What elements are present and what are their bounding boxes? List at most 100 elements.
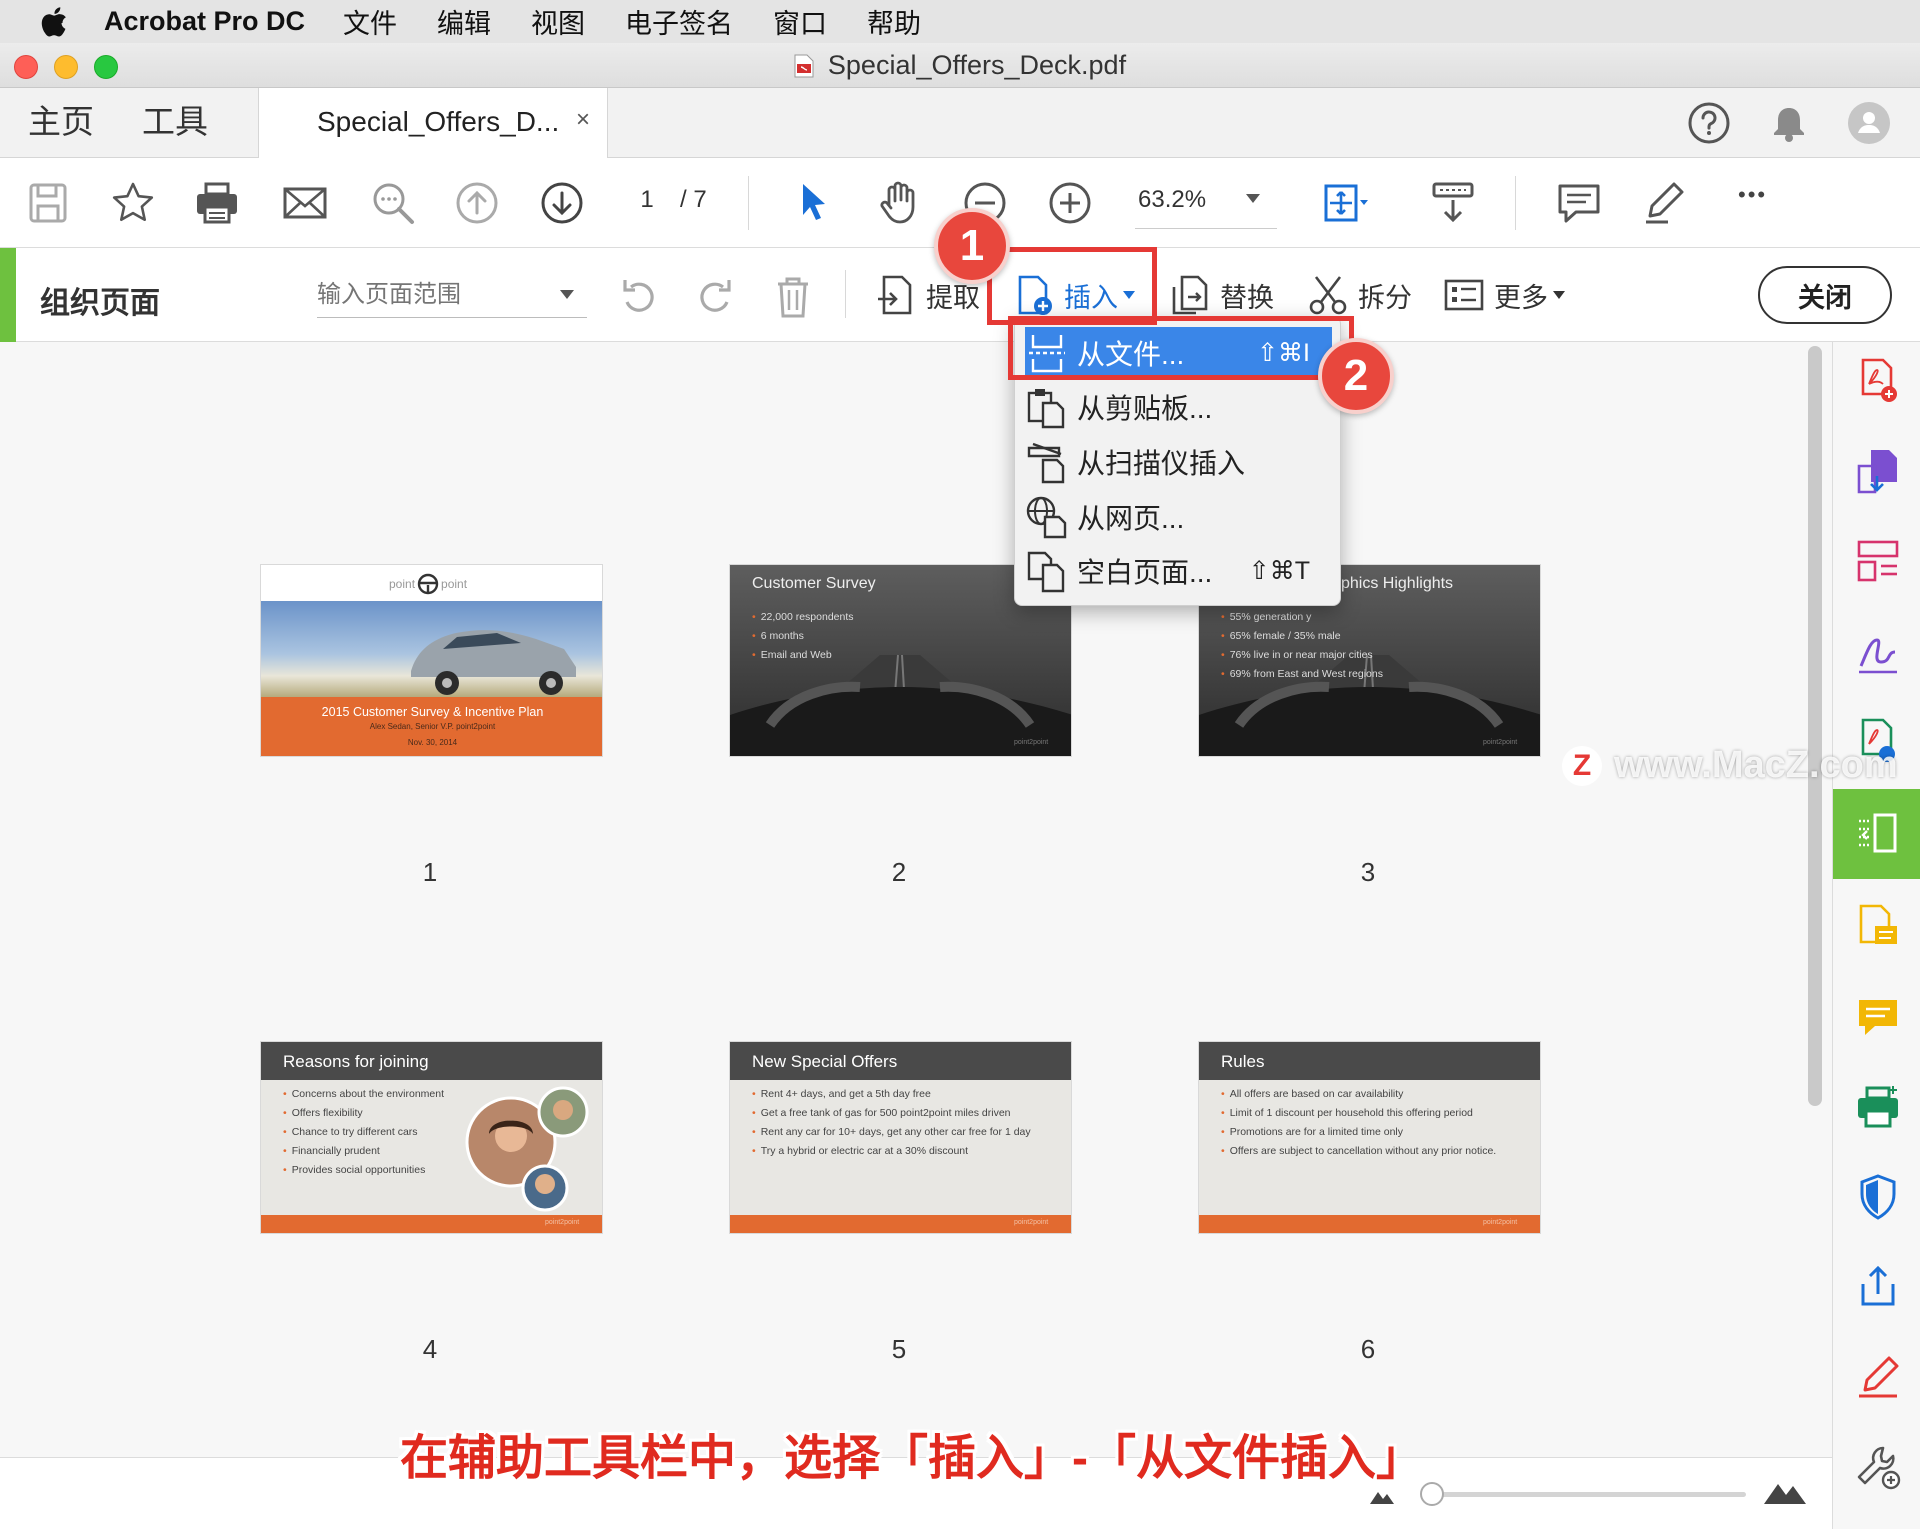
more-options-button[interactable]: 更多 bbox=[1442, 272, 1565, 318]
page-number-input[interactable]: 1 bbox=[630, 186, 664, 214]
menu-view[interactable]: 视图 bbox=[531, 2, 585, 41]
tool-accent-strip bbox=[0, 248, 16, 342]
tab-tools[interactable]: 工具 bbox=[142, 88, 208, 158]
rotate-right-icon[interactable] bbox=[690, 272, 740, 322]
redact-pen-icon[interactable] bbox=[1853, 1352, 1903, 1402]
slide-footer-brand: point2point bbox=[1014, 739, 1049, 746]
extract-pages-icon bbox=[878, 275, 912, 315]
menu-file[interactable]: 文件 bbox=[343, 2, 397, 41]
fill-sign-icon[interactable] bbox=[1853, 626, 1903, 676]
toolbar-divider bbox=[748, 176, 749, 230]
more-tools-wrench-icon[interactable] bbox=[1853, 1442, 1903, 1492]
large-thumbnails-icon[interactable] bbox=[1762, 1472, 1808, 1506]
slide-logo: point point bbox=[389, 573, 467, 595]
insert-from-web-icon bbox=[1026, 496, 1067, 539]
right-tools-pane bbox=[1832, 342, 1920, 1529]
slide-title: New Special Offers bbox=[730, 1042, 1071, 1080]
create-pdf-icon[interactable] bbox=[1853, 356, 1903, 406]
more-chevron-icon bbox=[1553, 291, 1565, 299]
zoom-dropdown-chevron-icon[interactable] bbox=[1246, 194, 1260, 203]
bookmark-star-icon[interactable] bbox=[108, 178, 158, 228]
tab-home[interactable]: 主页 bbox=[28, 88, 94, 158]
scroll-mode-icon[interactable] bbox=[1428, 178, 1478, 228]
window-title-bar: Special_Offers_Deck.pdf bbox=[0, 43, 1920, 88]
menu-item-insert-blank-page[interactable]: 空白页面... ⇧⌘T bbox=[1025, 545, 1332, 597]
zoom-underline bbox=[1135, 228, 1277, 229]
menu-item-insert-from-web[interactable]: 从网页... bbox=[1025, 491, 1332, 543]
window-title-text: Special_Offers_Deck.pdf bbox=[827, 50, 1127, 80]
email-icon[interactable] bbox=[280, 178, 330, 228]
user-avatar-icon[interactable] bbox=[1846, 100, 1892, 146]
save-icon[interactable] bbox=[24, 178, 74, 228]
page-number-label: 2 bbox=[891, 857, 907, 887]
page-thumbnail-1[interactable]: point point 2015 Customer Survey & Incen… bbox=[260, 564, 603, 757]
slide-bullet: 6 months bbox=[752, 630, 804, 642]
help-icon[interactable] bbox=[1686, 100, 1732, 146]
organize-layout-icon[interactable] bbox=[1853, 536, 1903, 586]
highlight-pen-icon[interactable] bbox=[1638, 178, 1688, 228]
slide-bullet: Try a hybrid or electric car at a 30% di… bbox=[752, 1145, 968, 1157]
export-pdf-icon[interactable] bbox=[1853, 446, 1903, 496]
insert-blank-page-icon bbox=[1027, 551, 1065, 593]
page-thumbnail-6[interactable]: Rules All offers are based on car availa… bbox=[1198, 1041, 1541, 1234]
delete-trash-icon[interactable] bbox=[768, 272, 818, 322]
hand-tool-icon[interactable] bbox=[874, 178, 924, 228]
menu-esign[interactable]: 电子签名 bbox=[625, 2, 733, 41]
apple-logo-icon[interactable] bbox=[38, 5, 68, 39]
next-page-icon[interactable] bbox=[537, 178, 587, 228]
menu-edit[interactable]: 编辑 bbox=[437, 2, 491, 41]
friends-photo bbox=[465, 1086, 589, 1212]
split-button[interactable]: 拆分 bbox=[1306, 272, 1412, 318]
vertical-scrollbar[interactable] bbox=[1808, 346, 1822, 1106]
slide-bullet: Provides social opportunities bbox=[283, 1164, 426, 1176]
previous-page-icon[interactable] bbox=[452, 178, 502, 228]
steering-wheel-logo-icon bbox=[417, 573, 439, 595]
replace-pages-icon bbox=[1172, 275, 1208, 315]
tab-document[interactable]: Special_Offers_D... × bbox=[258, 88, 608, 159]
rotate-left-icon[interactable] bbox=[614, 272, 664, 322]
menu-item-insert-from-clipboard[interactable]: 从剪贴板... bbox=[1025, 381, 1332, 433]
slide-bullet: Get a free tank of gas for 500 point2poi… bbox=[752, 1107, 1011, 1119]
slide-bullet: Limit of 1 discount per household this o… bbox=[1221, 1107, 1473, 1119]
page-thumbnail-5[interactable]: New Special Offers Rent 4+ days, and get… bbox=[729, 1041, 1072, 1234]
protect-shield-icon[interactable] bbox=[1853, 1172, 1903, 1222]
menu-app-name[interactable]: Acrobat Pro DC bbox=[104, 6, 305, 37]
print-production-icon[interactable] bbox=[1853, 1082, 1903, 1132]
comment-icon[interactable] bbox=[1554, 178, 1604, 228]
window-title: Special_Offers_Deck.pdf bbox=[0, 43, 1920, 88]
print-icon[interactable] bbox=[192, 178, 242, 228]
slide-bullet: Offers flexibility bbox=[283, 1107, 363, 1119]
thumbnail-size-slider[interactable] bbox=[1424, 1492, 1746, 1497]
slide-bullet: 76% live in or near major cities bbox=[1221, 649, 1373, 661]
page-range-dropdown-chevron-icon[interactable] bbox=[560, 290, 574, 299]
organize-pages-tool-icon[interactable] bbox=[1853, 809, 1903, 859]
more-tools-icon[interactable]: ••• bbox=[1738, 182, 1767, 208]
close-tab-icon[interactable]: × bbox=[576, 106, 590, 134]
menu-item-insert-from-scanner[interactable]: 从扫描仪插入 bbox=[1025, 436, 1332, 488]
replace-button[interactable]: 替换 bbox=[1168, 272, 1274, 318]
slide-bullet: 55% generation y bbox=[1221, 611, 1312, 623]
logo-text-right: point bbox=[441, 577, 468, 591]
pdf-file-icon bbox=[794, 54, 814, 77]
share-upload-icon[interactable] bbox=[1853, 1262, 1903, 1312]
comment-tool-icon[interactable] bbox=[1853, 992, 1903, 1042]
close-organize-button[interactable]: 关闭 bbox=[1758, 266, 1892, 324]
fit-page-icon[interactable] bbox=[1320, 178, 1370, 228]
slide-bullet: 22,000 respondents bbox=[752, 611, 854, 623]
annotation-box-from-file bbox=[1008, 316, 1354, 380]
select-cursor-icon[interactable] bbox=[789, 178, 839, 228]
logo-text-left: point bbox=[389, 577, 416, 591]
zoom-in-icon[interactable] bbox=[1045, 178, 1095, 228]
page-range-input[interactable] bbox=[317, 272, 587, 318]
menu-help[interactable]: 帮助 bbox=[867, 2, 921, 41]
menu-window[interactable]: 窗口 bbox=[773, 2, 827, 41]
slide-subtitle: Alex Sedan, Senior V.P. point2point bbox=[369, 722, 496, 731]
notification-bell-icon[interactable] bbox=[1766, 100, 1812, 146]
search-zoom-icon[interactable] bbox=[368, 178, 418, 228]
page-thumbnail-4[interactable]: Reasons for joining Concerns about the e… bbox=[260, 1041, 603, 1234]
slide-bullet: 69% from East and West regions bbox=[1221, 668, 1383, 680]
comment-file-icon[interactable] bbox=[1853, 902, 1903, 952]
page-total-label: / 7 bbox=[680, 186, 707, 213]
zoom-level-value[interactable]: 63.2% bbox=[1138, 186, 1206, 214]
menu-item-label: 从剪贴板... bbox=[1077, 393, 1213, 424]
